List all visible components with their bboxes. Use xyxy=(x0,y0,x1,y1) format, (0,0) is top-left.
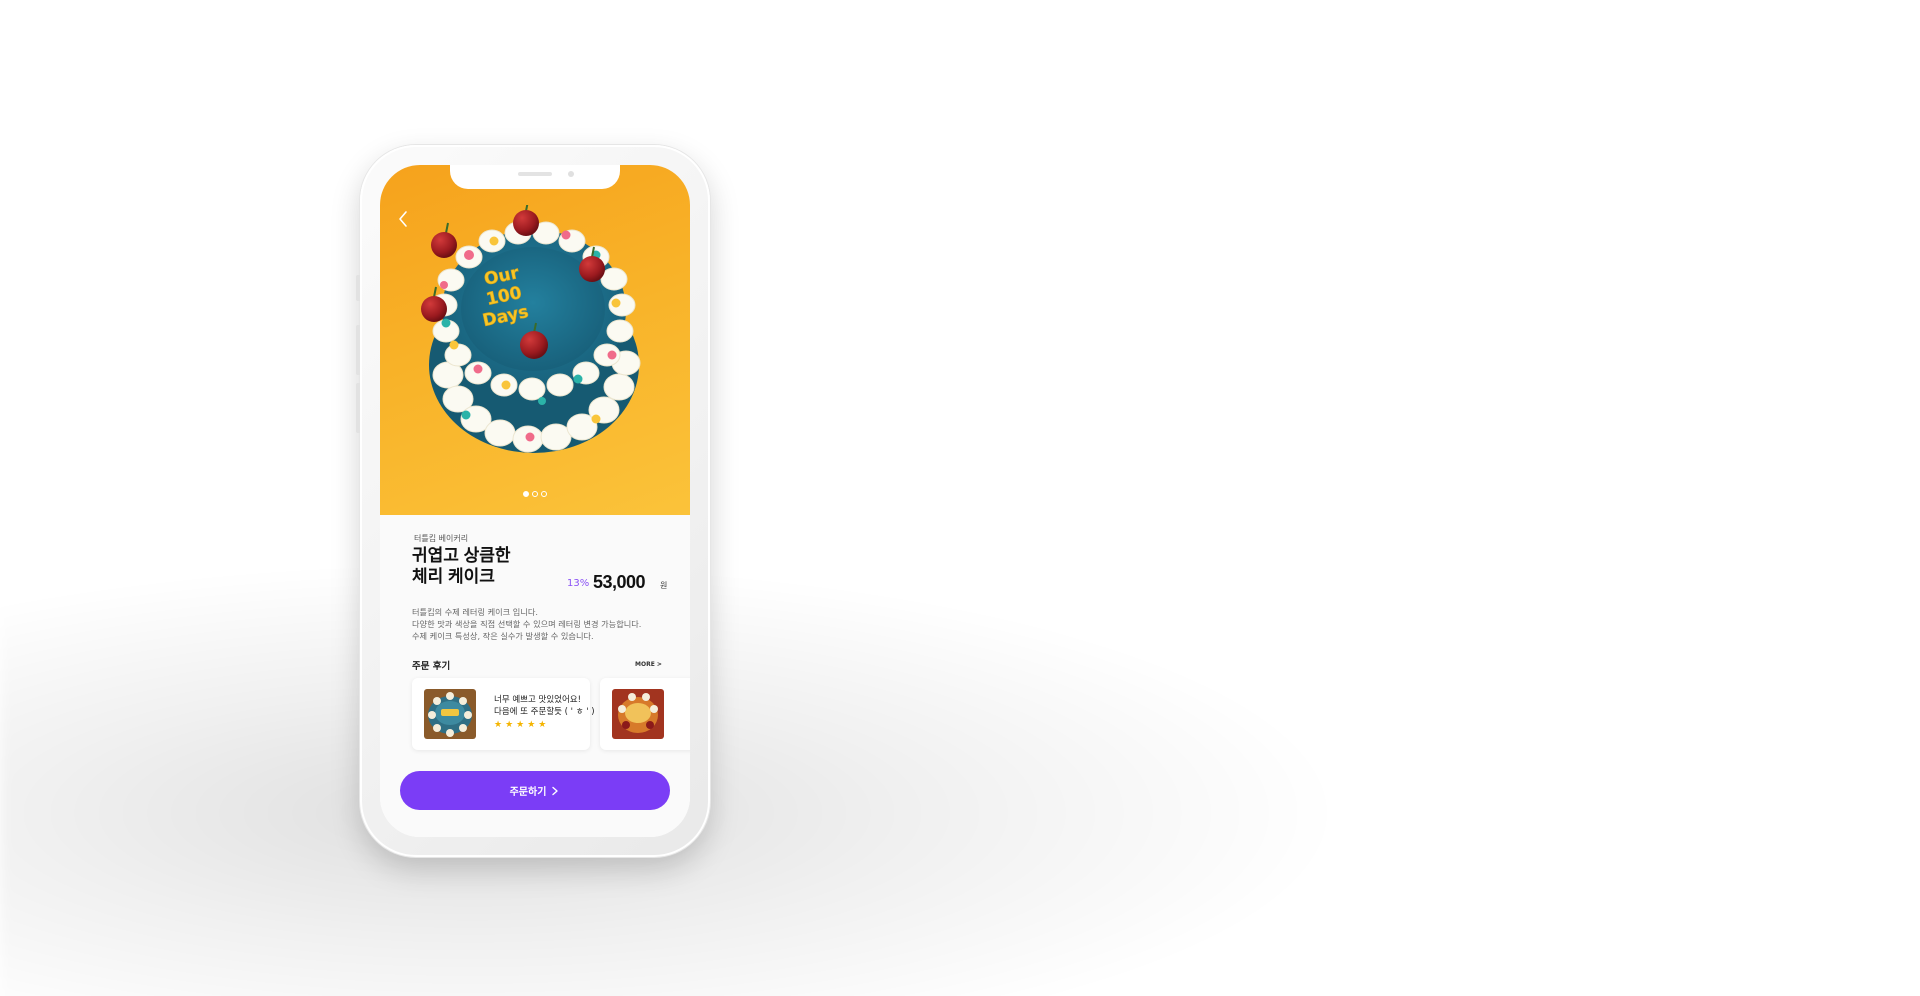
chevron-right-icon xyxy=(552,786,559,795)
star-rating-icon: ★★★★★ xyxy=(494,720,550,730)
currency-unit: 원 xyxy=(660,581,668,590)
order-button[interactable]: 주문하기 xyxy=(400,771,670,810)
order-button-label: 주문하기 xyxy=(509,787,547,798)
description-line: 다양한 맛과 색상을 직접 선택할 수 있으며 레터링 변경 가능합니다. xyxy=(412,619,642,629)
product-description: 터틀킵의 수제 레터링 케이크 입니다. 다양한 맛과 색상을 직접 선택할 수… xyxy=(412,606,672,642)
carousel-dot-active[interactable] xyxy=(523,491,529,497)
product-detail: 터틀킵 베이커리 귀엽고 상큼한 체리 케이크 13% 53,000 원 터틀킵… xyxy=(380,515,690,837)
review-photo xyxy=(424,689,476,739)
carousel-dot[interactable] xyxy=(532,491,538,497)
product-title: 귀엽고 상큼한 체리 케이크 xyxy=(412,545,582,587)
brand-name: 터틀킵 베이커리 xyxy=(414,534,469,543)
phone-side-button xyxy=(356,275,360,301)
price: 53,000 xyxy=(593,572,646,592)
discount-rate: 13% xyxy=(567,578,590,589)
review-photo-next xyxy=(612,689,664,739)
description-line: 터틀킵의 수제 레터링 케이크 입니다. xyxy=(412,607,539,617)
reviews-section-title: 주문 후기 xyxy=(412,661,451,672)
phone-notch xyxy=(450,165,620,189)
product-title-line2: 체리 케이크 xyxy=(412,567,495,586)
reviews-more-link[interactable]: MORE > xyxy=(635,661,662,668)
product-title-line1: 귀엽고 상큼한 xyxy=(412,546,511,565)
speaker-grille xyxy=(518,172,552,176)
review-card-next[interactable] xyxy=(600,678,690,750)
review-text: 너무 예쁘고 맛있었어요! 다음에 또 주문할듯 ( ' ㅎ ' ) xyxy=(494,694,595,718)
phone-screen: Our 100 Days 터틀킵 베이커리 귀엽고 상큼한 체리 케이크 13% xyxy=(380,165,690,837)
phone-volume-down-button xyxy=(356,383,360,433)
carousel-dot[interactable] xyxy=(541,491,547,497)
carousel-pagination xyxy=(380,491,690,497)
review-text-line2: 다음에 또 주문할듯 ( ' ㅎ ' ) xyxy=(494,707,595,717)
review-text-line1: 너무 예쁘고 맛있었어요! xyxy=(494,695,582,705)
back-chevron-left-icon[interactable] xyxy=(392,207,416,231)
description-line: 수제 케이크 특성상, 작은 실수가 발생할 수 있습니다. xyxy=(412,631,594,641)
stage: Our 100 Days 터틀킵 베이커리 귀엽고 상큼한 체리 케이크 13% xyxy=(0,0,1920,996)
phone-volume-up-button xyxy=(356,325,360,375)
cherry-cake-image: Our 100 Days xyxy=(421,205,641,453)
product-image-carousel[interactable]: Our 100 Days xyxy=(380,165,690,515)
review-card[interactable]: 너무 예쁘고 맛있었어요! 다음에 또 주문할듯 ( ' ㅎ ' ) ★★★★★ xyxy=(412,678,595,750)
phone-mockup: Our 100 Days 터틀킵 베이커리 귀엽고 상큼한 체리 케이크 13% xyxy=(356,145,710,857)
front-camera xyxy=(568,171,574,177)
